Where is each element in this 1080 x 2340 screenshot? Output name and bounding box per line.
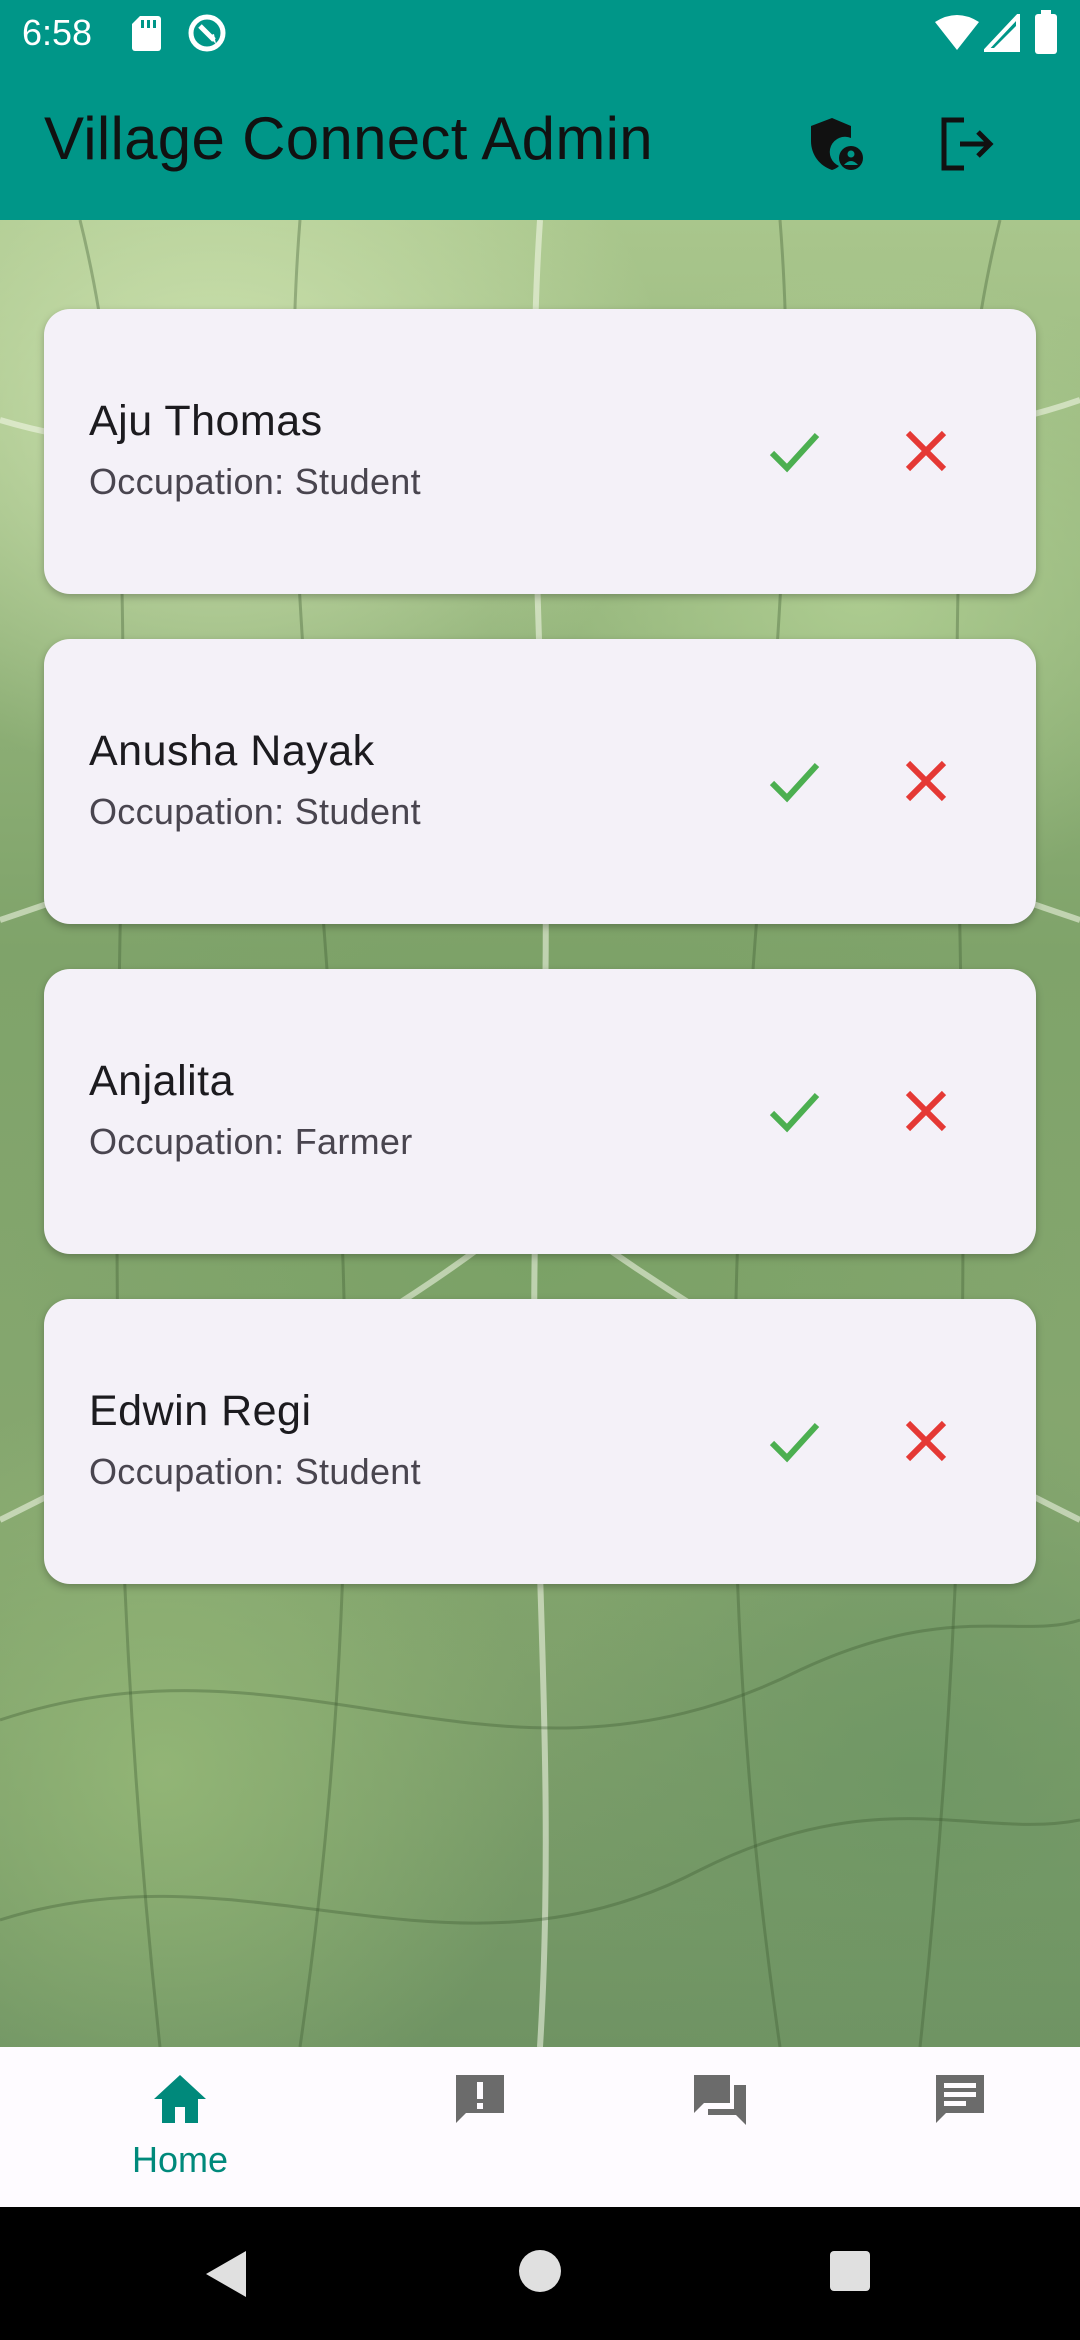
nav-item-feed[interactable]: [840, 2047, 1080, 2207]
reject-close-icon[interactable]: [896, 1411, 956, 1471]
request-occupation: Occupation: Student: [89, 791, 421, 832]
home-circle-icon[interactable]: [516, 2247, 564, 2295]
forum-icon: [694, 2075, 746, 2125]
approve-check-icon[interactable]: [764, 421, 824, 481]
request-card: Anjalita Occupation: Farmer: [44, 969, 1036, 1254]
request-name: Edwin Regi: [89, 1387, 312, 1435]
battery-icon: [1035, 10, 1057, 54]
nav-item-home[interactable]: Home: [60, 2047, 300, 2207]
request-card: Aju Thomas Occupation: Student: [44, 309, 1036, 594]
approve-check-icon[interactable]: [764, 1081, 824, 1141]
approve-check-icon[interactable]: [764, 751, 824, 811]
nav-label-home: Home: [131, 2139, 229, 2180]
back-icon[interactable]: [200, 2247, 254, 2301]
home-icon: [154, 2075, 206, 2123]
content-area[interactable]: Aju Thomas Occupation: Student Anusha Na…: [0, 220, 1080, 2047]
report-icon: [456, 2075, 504, 2123]
sd-card-icon: [132, 16, 161, 51]
status-time: 6:58: [22, 12, 93, 53]
admin-shield-icon[interactable]: [805, 114, 865, 174]
sync-icon: [188, 14, 226, 52]
request-card: Edwin Regi Occupation: Student: [44, 1299, 1036, 1584]
wifi-icon: [935, 15, 979, 50]
feed-icon: [936, 2075, 984, 2123]
request-card: Anusha Nayak Occupation: Student: [44, 639, 1036, 924]
nav-item-forum[interactable]: [600, 2047, 840, 2207]
app-bar: Village Connect Admin: [0, 66, 1080, 220]
reject-close-icon[interactable]: [896, 421, 956, 481]
system-navigation-bar: [0, 2207, 1080, 2340]
logout-icon[interactable]: [938, 114, 998, 174]
nav-item-reports[interactable]: [360, 2047, 600, 2207]
request-name: Aju Thomas: [89, 397, 323, 445]
reject-close-icon[interactable]: [896, 751, 956, 811]
request-occupation: Occupation: Student: [89, 1451, 421, 1492]
signal-icon: [984, 14, 1020, 52]
request-name: Anusha Nayak: [89, 727, 375, 775]
reject-close-icon[interactable]: [896, 1081, 956, 1141]
approve-check-icon[interactable]: [764, 1411, 824, 1471]
request-occupation: Occupation: Farmer: [89, 1121, 413, 1162]
bottom-navigation: Home: [0, 2047, 1080, 2207]
recents-icon[interactable]: [828, 2249, 872, 2293]
status-bar: 6:58: [0, 0, 1080, 66]
request-name: Anjalita: [89, 1057, 235, 1105]
request-occupation: Occupation: Student: [89, 461, 421, 502]
app-title: Village Connect Admin: [44, 105, 653, 172]
